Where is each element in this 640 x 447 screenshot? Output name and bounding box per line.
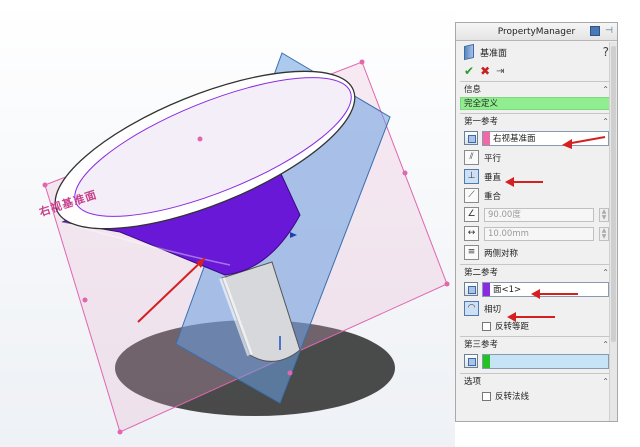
- first-reference-selection[interactable]: 右视基准面: [482, 130, 609, 146]
- dock-icon[interactable]: [590, 26, 600, 36]
- reference-cube-icon: [464, 131, 478, 145]
- second-reference-value: 面<1>: [493, 285, 522, 295]
- cancel-button[interactable]: ✖: [480, 64, 490, 78]
- first-reference-row: 右视基准面: [460, 128, 613, 148]
- angle-spinner[interactable]: ▲ ▼: [599, 207, 609, 222]
- second-reference-section: 第二参考 ⌃ 面<1> ◠ 相切 反转等距: [460, 264, 613, 334]
- perpendicular-label: 垂直: [484, 172, 502, 183]
- coincident-option[interactable]: ⟋ 重合: [460, 186, 613, 205]
- first-reference-value: 右视基准面: [493, 134, 536, 144]
- distance-spinner[interactable]: ▲ ▼: [599, 226, 609, 241]
- mid-plane-option[interactable]: ≡ 两侧对称: [460, 243, 613, 262]
- third-reference-section: 第三参考 ⌃: [460, 336, 613, 371]
- third-reference-label: 第三参考: [464, 340, 499, 350]
- pm-title: PropertyManager: [497, 26, 576, 37]
- info-section: 信息 ⌃ 完全定义: [460, 81, 613, 110]
- angle-input[interactable]: 90.00度: [484, 207, 594, 222]
- perpendicular-icon[interactable]: ⊥: [464, 169, 479, 184]
- tangent-label: 相切: [484, 304, 502, 315]
- pin-panel-icon[interactable]: ⊣: [605, 26, 613, 36]
- collapse-icon[interactable]: ⌃: [602, 85, 609, 94]
- info-header[interactable]: 信息 ⌃: [460, 82, 613, 96]
- selection-color-swatch: [483, 131, 490, 145]
- flip-normal-label: 反转法线: [495, 392, 530, 402]
- flip-offset-checkbox[interactable]: [482, 321, 491, 331]
- collapse-icon[interactable]: ⌃: [602, 117, 609, 126]
- second-reference-header[interactable]: 第二参考 ⌃: [460, 265, 613, 279]
- coincident-label: 重合: [484, 191, 502, 202]
- property-manager: PropertyManager ⊣ 基准面 ? ✔ ✖ ⇥ 信息 ⌃ 完全定义 …: [455, 22, 618, 422]
- options-section: 选项 ⌃ 反转法线: [460, 373, 613, 404]
- ok-button[interactable]: ✔: [464, 64, 474, 78]
- parallel-option[interactable]: ⫽ 平行: [460, 148, 613, 167]
- angle-row: ∠ 90.00度 ▲ ▼: [460, 205, 613, 224]
- collapse-icon[interactable]: ⌃: [602, 377, 609, 386]
- selection-color-swatch: [483, 354, 490, 368]
- mid-plane-icon[interactable]: ≡: [464, 245, 479, 260]
- distance-input[interactable]: 10.00mm: [484, 226, 594, 241]
- datum-plane-icon: [464, 43, 474, 61]
- mid-plane-label: 两侧对称: [484, 248, 519, 259]
- perpendicular-option[interactable]: ⊥ 垂直: [460, 167, 613, 186]
- pm-title-bar: PropertyManager ⊣: [456, 23, 617, 41]
- first-reference-header[interactable]: 第一参考 ⌃: [460, 114, 613, 128]
- flip-normal-option[interactable]: 反转法线: [460, 388, 613, 404]
- pm-scrollbar[interactable]: [609, 42, 617, 421]
- collapse-icon[interactable]: ⌃: [602, 340, 609, 349]
- flip-offset-label: 反转等距: [495, 322, 530, 332]
- coincident-icon[interactable]: ⟋: [464, 188, 479, 203]
- scroll-thumb[interactable]: [611, 46, 616, 342]
- action-row: ✔ ✖ ⇥: [456, 63, 617, 79]
- parallel-label: 平行: [484, 153, 502, 164]
- graphics-viewport[interactable]: 右视基准面: [0, 0, 455, 447]
- distance-row: ↔ 10.00mm ▲ ▼: [460, 224, 613, 243]
- third-reference-selection[interactable]: [482, 353, 609, 369]
- model-view[interactable]: [0, 0, 455, 447]
- parallel-icon[interactable]: ⫽: [464, 150, 479, 165]
- first-reference-section: 第一参考 ⌃ 右视基准面 ⫽ 平行 ⊥ 垂直 ⟋ 重合 ∠ 90.00度 ▲▼: [460, 113, 613, 262]
- status-message: 完全定义: [460, 97, 613, 110]
- second-reference-selection[interactable]: 面<1>: [482, 281, 609, 297]
- first-reference-label: 第一参考: [464, 117, 499, 127]
- third-reference-header[interactable]: 第三参考 ⌃: [460, 337, 613, 351]
- info-header-label: 信息: [464, 85, 482, 95]
- flip-offset-option[interactable]: 反转等距: [460, 318, 613, 334]
- reference-cube-icon: [464, 282, 478, 296]
- third-reference-row: [460, 351, 613, 371]
- collapse-icon[interactable]: ⌃: [602, 268, 609, 277]
- tangent-option[interactable]: ◠ 相切: [460, 299, 613, 318]
- angle-icon[interactable]: ∠: [464, 207, 479, 222]
- feature-header: 基准面 ?: [456, 41, 617, 63]
- second-reference-row: 面<1>: [460, 279, 613, 299]
- distance-icon[interactable]: ↔: [464, 226, 479, 241]
- flip-normal-checkbox[interactable]: [482, 391, 491, 401]
- feature-name: 基准面: [480, 48, 508, 59]
- tangent-icon[interactable]: ◠: [464, 301, 479, 316]
- options-label: 选项: [464, 377, 482, 387]
- options-header[interactable]: 选项 ⌃: [460, 374, 613, 388]
- second-reference-label: 第二参考: [464, 268, 499, 278]
- reference-cube-icon: [464, 354, 478, 368]
- selection-color-swatch: [483, 282, 490, 296]
- keep-visible-button[interactable]: ⇥: [496, 66, 504, 77]
